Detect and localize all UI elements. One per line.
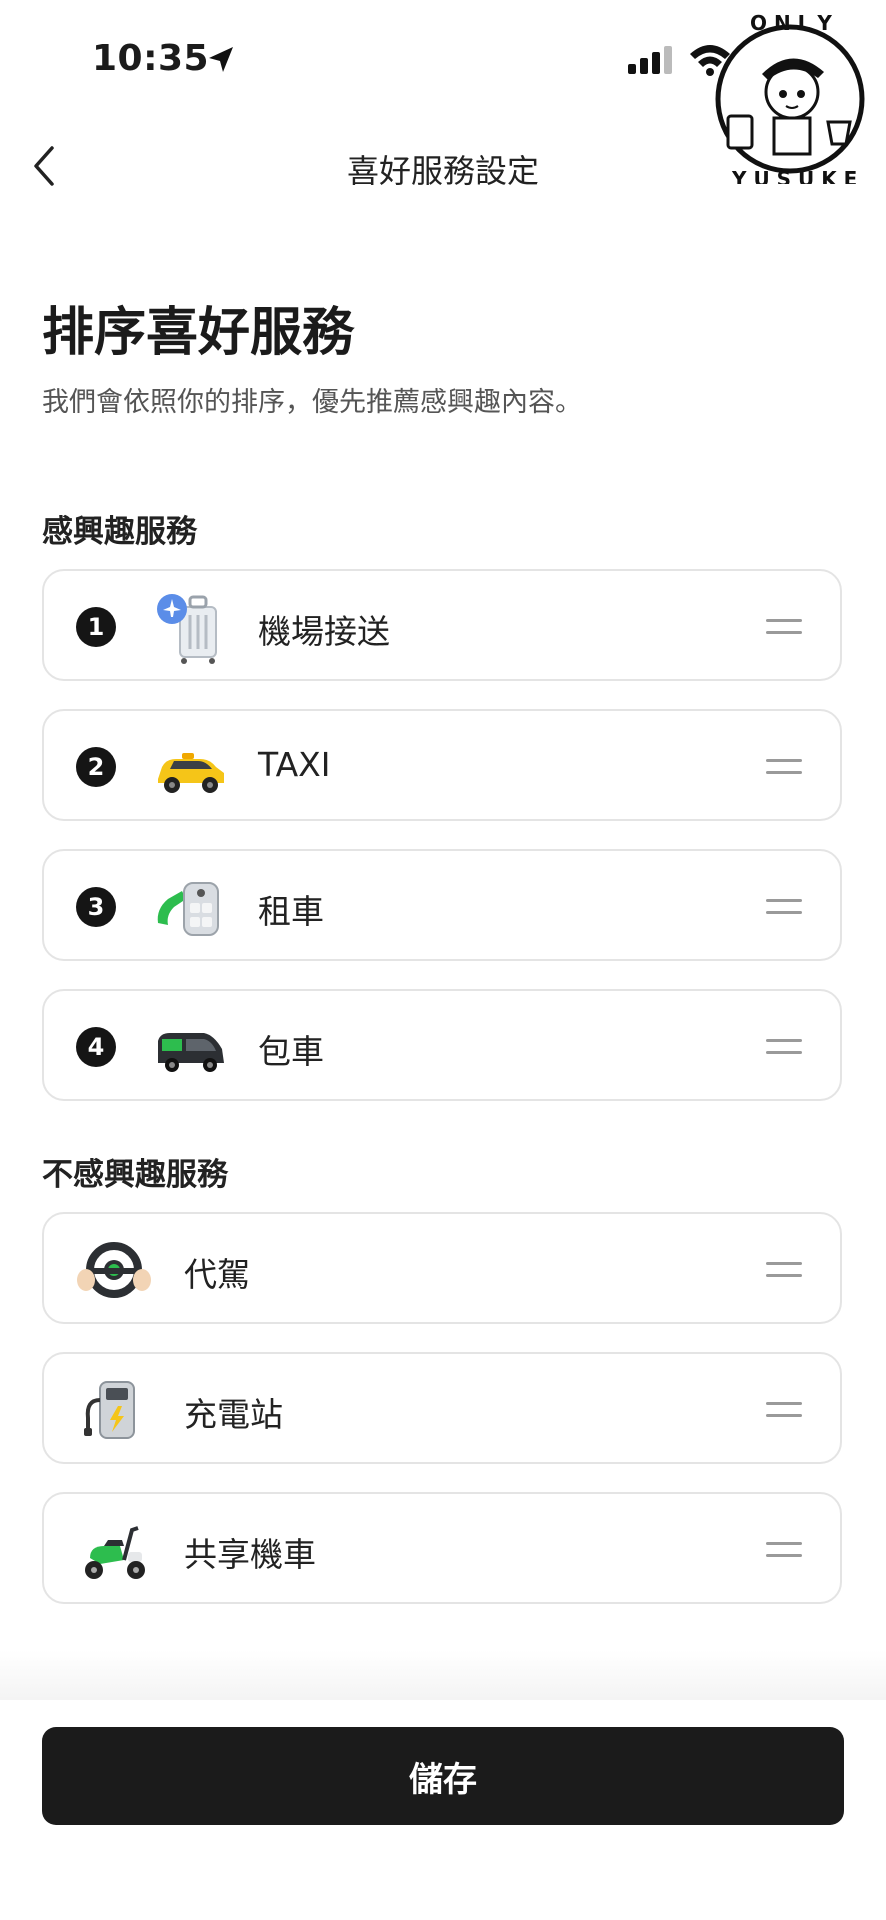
- service-card-charter[interactable]: 4 包車: [42, 989, 842, 1101]
- service-card-airport[interactable]: 1 機場接送: [42, 569, 842, 681]
- save-button[interactable]: 儲存: [42, 1727, 844, 1825]
- service-label: TAXI: [258, 745, 331, 784]
- drag-handle-icon[interactable]: [766, 615, 802, 639]
- drag-handle-icon[interactable]: [766, 1398, 802, 1422]
- service-label: 代駕: [184, 1255, 250, 1294]
- scooter-icon: [85, 1526, 145, 1579]
- drag-handle-icon[interactable]: [766, 1035, 802, 1059]
- bottom-shadow: [0, 1650, 886, 1700]
- service-card-charging-station[interactable]: 充電站: [42, 1352, 842, 1464]
- service-card-rental[interactable]: 3 租車: [42, 849, 842, 961]
- service-label: 包車: [258, 1032, 324, 1071]
- section-label-not-interested: 不感興趣服務: [42, 1157, 228, 1193]
- steering-wheel-icon: [77, 1242, 151, 1298]
- status-time: 10:35: [92, 38, 210, 79]
- nav-title: 喜好服務設定: [346, 152, 539, 190]
- rank-badge: 2: [76, 747, 116, 787]
- van-icon: [158, 1033, 224, 1072]
- drag-handle-icon[interactable]: [766, 1258, 802, 1282]
- page-subtitle: 我們會依照你的排序，優先推薦感興趣內容。: [42, 387, 582, 418]
- service-label: 共享機車: [184, 1535, 316, 1574]
- service-card-taxi[interactable]: 2 TAXI: [42, 709, 842, 821]
- rank-badge: 1: [76, 607, 116, 647]
- page-title: 排序喜好服務: [42, 303, 355, 363]
- rank-badge: 3: [76, 887, 116, 927]
- location-arrow-icon: [209, 47, 233, 72]
- rank-badge: 4: [76, 1027, 116, 1067]
- service-label: 租車: [258, 892, 324, 931]
- section-label-interested: 感興趣服務: [42, 514, 197, 550]
- service-card-designated-driver[interactable]: 代駕: [42, 1212, 842, 1324]
- charging-station-icon: [84, 1381, 135, 1439]
- airport-luggage-icon: [157, 594, 217, 664]
- drag-handle-icon[interactable]: [766, 755, 802, 779]
- service-label: 充電站: [184, 1395, 283, 1434]
- drag-handle-icon[interactable]: [766, 1538, 802, 1562]
- drag-handle-icon[interactable]: [766, 895, 802, 919]
- svg-text:O N L Y: O N L Y: [750, 11, 832, 35]
- car-key-icon: [157, 882, 219, 936]
- service-card-shared-scooter[interactable]: 共享機車: [42, 1492, 842, 1604]
- cellular-signal-icon: [628, 46, 672, 74]
- taxi-car-icon: [158, 753, 224, 793]
- service-label: 機場接送: [258, 612, 390, 651]
